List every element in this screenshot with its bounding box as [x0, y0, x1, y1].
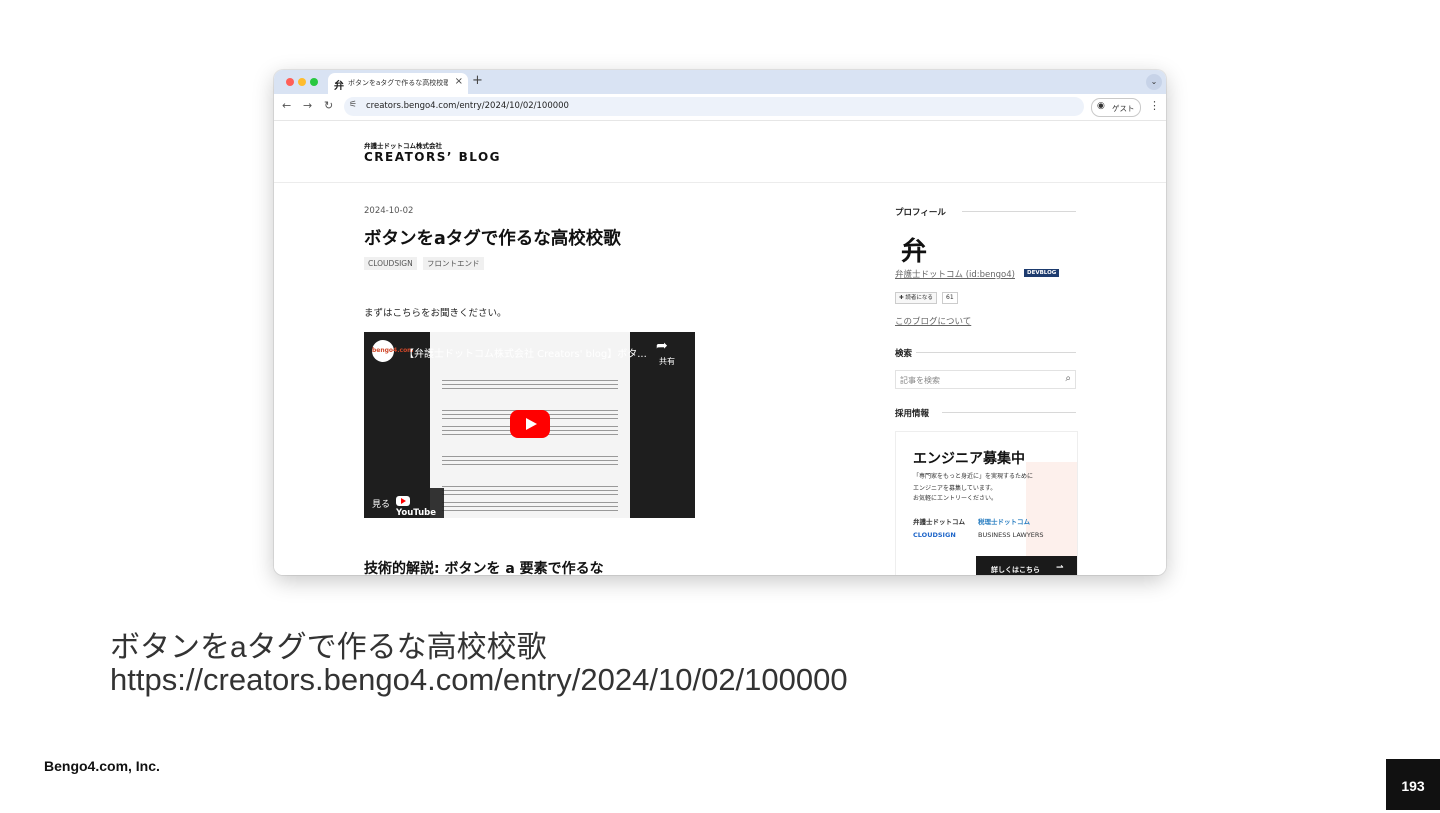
banner-line: お気軽にエントリーください。: [913, 495, 998, 502]
menu-icon[interactable]: ⋮: [1149, 99, 1160, 112]
category-frontend[interactable]: フロントエンド: [423, 257, 484, 270]
banner-line: エンジニアを募集しています。: [913, 485, 997, 492]
profile-link[interactable]: 弁護士ドットコム (id:bengo4): [895, 268, 1015, 280]
reader-count: 61: [942, 292, 958, 304]
browser-window: 弁 ボタンをaタグで作るな高校校歌 × + ⌄ ← → ↻ ⚟ creators…: [274, 70, 1166, 575]
maximize-window-button[interactable]: [310, 78, 318, 86]
address-bar[interactable]: ⚟ creators.bengo4.com/entry/2024/10/02/1…: [344, 97, 1084, 116]
slide-url[interactable]: https://creators.bengo4.com/entry/2024/1…: [110, 662, 848, 698]
article-intro: まずはこちらをお聞きください。: [364, 308, 507, 319]
tab-bar: 弁 ボタンをaタグで作るな高校校歌 × + ⌄: [274, 70, 1166, 94]
guest-label: ゲスト: [1112, 104, 1135, 113]
browser-toolbar: ← → ↻ ⚟ creators.bengo4.com/entry/2024/1…: [274, 94, 1166, 121]
recruit-banner[interactable]: エンジニア募集中 「専門家をもっと身近に」を実現するために エンジニアを募集して…: [895, 431, 1078, 575]
subscribe-button[interactable]: ✚ 読者になる: [895, 292, 937, 304]
about-blog-link[interactable]: このブログについて: [895, 315, 971, 327]
recruit-heading: 採用情報: [895, 409, 930, 419]
forward-icon[interactable]: →: [303, 99, 312, 112]
user-icon: ◉: [1097, 101, 1105, 111]
logo-zeiri4: 税理士ドットコム: [978, 518, 1030, 526]
devblog-badge: DEVBLOG: [1024, 269, 1060, 277]
close-window-button[interactable]: [286, 78, 294, 86]
minimize-window-button[interactable]: [298, 78, 306, 86]
blog-company: 弁護士ドットコム株式会社: [364, 142, 442, 150]
play-button[interactable]: [510, 410, 550, 438]
browser-tab[interactable]: 弁 ボタンをaタグで作るな高校校歌 ×: [328, 73, 468, 94]
search-heading: 検索: [895, 349, 913, 359]
tab-title: ボタンをaタグで作るな高校校歌: [348, 79, 448, 87]
footer-company: Bengo4.com, Inc.: [44, 758, 160, 774]
profile-heading: プロフィール: [895, 208, 946, 218]
section-heading: 技術的解説: ボタンを a 要素で作るな: [364, 561, 604, 575]
banner-title: エンジニア募集中: [913, 451, 1025, 467]
youtube-embed[interactable]: bengo4.com 【弁護士ドットコム株式会社 Creators' blog】…: [364, 332, 695, 518]
video-title[interactable]: 【弁護士ドットコム株式会社 Creators' blog】ボタ...: [404, 345, 654, 360]
new-tab-button[interactable]: +: [472, 73, 483, 88]
article-title[interactable]: ボタンをaタグで作るな高校校歌: [364, 225, 621, 250]
banner-line: 「専門家をもっと身近に」を実現するために: [913, 473, 1034, 480]
logo-business-lawyers: BUSINESS LAWYERS: [978, 531, 1044, 539]
favicon-icon: 弁: [334, 81, 344, 92]
header-divider: [274, 182, 1166, 183]
page-number: 193: [1386, 759, 1440, 810]
share-label[interactable]: 共有: [659, 356, 675, 367]
share-icon[interactable]: ➦: [656, 338, 668, 354]
watch-on-youtube[interactable]: 見る YouTube: [364, 488, 444, 518]
tab-close-icon[interactable]: ×: [455, 76, 463, 87]
watch-label: 見る: [372, 500, 391, 510]
search-icon[interactable]: ⌕: [1065, 373, 1071, 384]
youtube-logo: YouTube: [396, 496, 444, 518]
category-cloudsign[interactable]: CLOUDSIGN: [364, 257, 417, 270]
banner-cta-button[interactable]: 詳しくはこちら ⇀: [976, 556, 1077, 575]
address-url[interactable]: creators.bengo4.com/entry/2024/10/02/100…: [366, 101, 569, 111]
article-date: 2024-10-02: [364, 206, 414, 216]
site-info-icon[interactable]: ⚟: [349, 100, 357, 110]
slide-title: ボタンをaタグで作るな高校校歌: [110, 631, 547, 664]
page-content: 弁護士ドットコム株式会社 CREATORS’ BLOG 2024-10-02 ボ…: [274, 121, 1166, 575]
channel-logo[interactable]: bengo4.com: [372, 340, 413, 362]
reload-icon[interactable]: ↻: [324, 99, 333, 112]
search-placeholder: 記事を検索: [900, 376, 940, 385]
search-input[interactable]: 記事を検索 ⌕: [895, 370, 1076, 389]
tab-search-button[interactable]: ⌄: [1146, 74, 1162, 90]
youtube-play-icon: [396, 496, 410, 506]
arrow-right-icon: ⇀: [1056, 563, 1064, 573]
blog-logo-link[interactable]: CREATORS’ BLOG: [364, 150, 501, 164]
profile-button[interactable]: ◉ ゲスト: [1091, 98, 1141, 117]
back-icon[interactable]: ←: [282, 99, 291, 112]
cta-label: 詳しくはこちら: [991, 566, 1040, 574]
profile-avatar[interactable]: 弁: [901, 231, 927, 268]
logo-cloudsign: CLOUDSIGN: [913, 531, 956, 539]
logo-bengo4: 弁護士ドットコム: [913, 518, 965, 526]
